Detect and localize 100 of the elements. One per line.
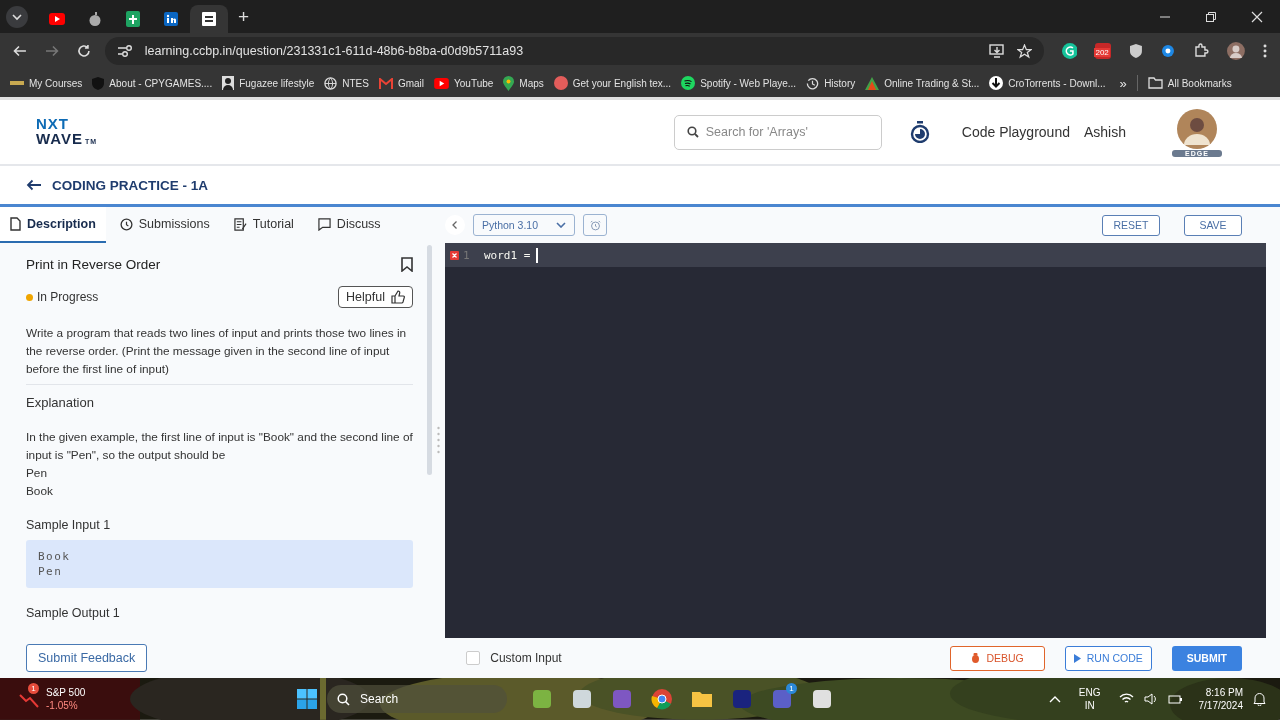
address-bar[interactable]: learning.ccbp.in/question/231331c1-611d-48b6-b8ba-d0d9b5711a93 xyxy=(104,37,1044,66)
drag-handle-icon[interactable] xyxy=(437,425,440,456)
extension-icon[interactable]: 202 xyxy=(1095,43,1112,60)
checkbox[interactable] xyxy=(466,651,481,666)
profile-avatar[interactable] xyxy=(1227,42,1245,61)
output-line: Pen xyxy=(26,465,48,483)
bookmark[interactable]: History xyxy=(806,76,856,90)
stock-change: -1.05% xyxy=(46,699,79,713)
shield-icon xyxy=(92,76,105,90)
bookmark[interactable]: About - CPYGAMES.... xyxy=(92,76,213,90)
feedback-button[interactable]: Submit Feedback xyxy=(26,644,148,673)
page-title: CODING PRACTICE - 1A xyxy=(52,177,208,193)
close-icon[interactable] xyxy=(1251,10,1263,23)
volume-icon[interactable] xyxy=(1143,693,1158,706)
forward-icon[interactable] xyxy=(44,44,59,59)
scrollbar-thumb[interactable] xyxy=(427,245,432,476)
bookmark[interactable]: Spotify - Web Playe... xyxy=(681,76,797,91)
chevron-up-icon[interactable] xyxy=(1048,695,1061,704)
tab[interactable]: Submissions xyxy=(109,207,220,244)
restore-icon[interactable] xyxy=(1205,10,1217,23)
nav-link[interactable]: Code Playground xyxy=(961,124,1070,141)
stopwatch-icon[interactable] xyxy=(909,121,930,144)
section-heading: Sample Output 1 xyxy=(26,606,121,621)
youtube-icon xyxy=(49,13,65,25)
tab[interactable]: Tutorial xyxy=(223,207,304,244)
globe-icon xyxy=(324,76,338,90)
star-icon[interactable] xyxy=(1016,43,1032,59)
section-heading: Explanation xyxy=(26,395,95,411)
nav-link[interactable]: Ashish xyxy=(1083,124,1126,141)
history-icon xyxy=(806,76,820,90)
bookmark-icon[interactable] xyxy=(401,257,413,273)
thumbs-up-icon xyxy=(391,290,405,305)
back-icon[interactable] xyxy=(13,44,27,59)
text-cursor xyxy=(536,247,538,263)
back-arrow-icon[interactable] xyxy=(26,179,42,192)
language-indicator[interactable]: ENG IN xyxy=(1078,686,1101,713)
bookmark[interactable]: My Courses xyxy=(10,77,83,89)
helpful-button[interactable]: Helpful xyxy=(338,286,413,309)
status-text: In Progress xyxy=(37,290,99,305)
explanation-text: In the given example, the first line of input is "Book" and the second line of input is "Pen", so the output should be xyxy=(26,429,413,465)
windows-start-icon[interactable] xyxy=(297,689,318,710)
tab[interactable]: Discuss xyxy=(307,207,391,244)
tab[interactable]: Description xyxy=(0,207,106,244)
bookmark[interactable]: Gmail xyxy=(378,77,424,89)
search-icon xyxy=(686,125,699,138)
menu-icon[interactable] xyxy=(1263,44,1267,59)
taskbar-search[interactable]: Search xyxy=(327,685,508,714)
grammarly-icon[interactable] xyxy=(1061,43,1078,60)
bar-icon xyxy=(10,81,24,86)
sample-input-line: Book xyxy=(38,550,72,564)
reload-icon[interactable] xyxy=(76,44,91,59)
more-bookmarks-button[interactable]: » xyxy=(1119,75,1127,91)
problem-title: Print in Reverse Order xyxy=(26,257,161,273)
chrome-icon[interactable] xyxy=(651,688,674,711)
code-editor[interactable]: 1 word1 = xyxy=(445,243,1266,639)
sample-input-line: Pen xyxy=(38,565,64,579)
all-bookmarks-button[interactable]: All Bookmarks xyxy=(1147,77,1232,90)
search-field[interactable]: Search for 'Arrays' xyxy=(673,114,882,150)
site-settings-icon[interactable] xyxy=(116,44,133,59)
install-icon[interactable] xyxy=(988,44,1005,59)
extension-badge: 202 xyxy=(1094,48,1110,58)
editor-button[interactable]: RESET xyxy=(1102,214,1160,236)
avatar-silhouette-icon xyxy=(1177,109,1217,150)
bookmark[interactable]: Maps xyxy=(503,75,544,91)
site-icon xyxy=(202,12,216,26)
chat-icon xyxy=(317,217,331,231)
new-tab-button[interactable]: + xyxy=(228,5,260,28)
puzzle-icon[interactable] xyxy=(1193,43,1210,60)
play-icon xyxy=(1073,653,1081,663)
browser-tab[interactable] xyxy=(190,5,228,33)
bookmark[interactable]: Fugazee lifestyle xyxy=(222,76,315,91)
notes-icon xyxy=(233,217,247,231)
extension-icon[interactable] xyxy=(1161,44,1176,59)
output-line: Book xyxy=(26,483,54,501)
notification-badge: 1 xyxy=(28,683,39,695)
debug-button[interactable]: DEBUG xyxy=(950,645,1045,671)
bookmark[interactable]: Online Trading & St... xyxy=(865,76,980,90)
submit-button[interactable]: SUBMIT xyxy=(1171,645,1242,671)
checkbox-label: Custom Input xyxy=(490,651,562,666)
folder-icon xyxy=(1147,77,1163,90)
battery-icon[interactable] xyxy=(1167,693,1183,706)
notification-bell-icon[interactable] xyxy=(1253,692,1266,707)
shield-icon[interactable] xyxy=(1129,43,1144,60)
stock-name: S&P 500 xyxy=(46,686,86,700)
document-icon xyxy=(10,217,21,232)
line-number: 1 xyxy=(463,248,470,262)
alarm-clock-icon xyxy=(589,219,601,231)
status-dot xyxy=(26,293,33,301)
editor-button[interactable]: SAVE xyxy=(1184,214,1242,236)
language-dropdown[interactable]: Python 3.10 xyxy=(473,214,576,237)
triangle-icon xyxy=(865,76,880,90)
bookmark[interactable]: NTES xyxy=(324,76,369,90)
bug-icon xyxy=(971,653,981,664)
search-icon xyxy=(337,692,351,706)
linkedin-icon xyxy=(164,12,178,26)
bookmark[interactable]: CroTorrents - Downl... xyxy=(989,76,1106,91)
run-code-button[interactable]: RUN CODE xyxy=(1064,645,1152,671)
tab-list-icon[interactable] xyxy=(6,5,28,28)
bookmark[interactable]: Get your English tex... xyxy=(553,76,672,91)
bookmark[interactable]: YouTube xyxy=(434,77,494,89)
